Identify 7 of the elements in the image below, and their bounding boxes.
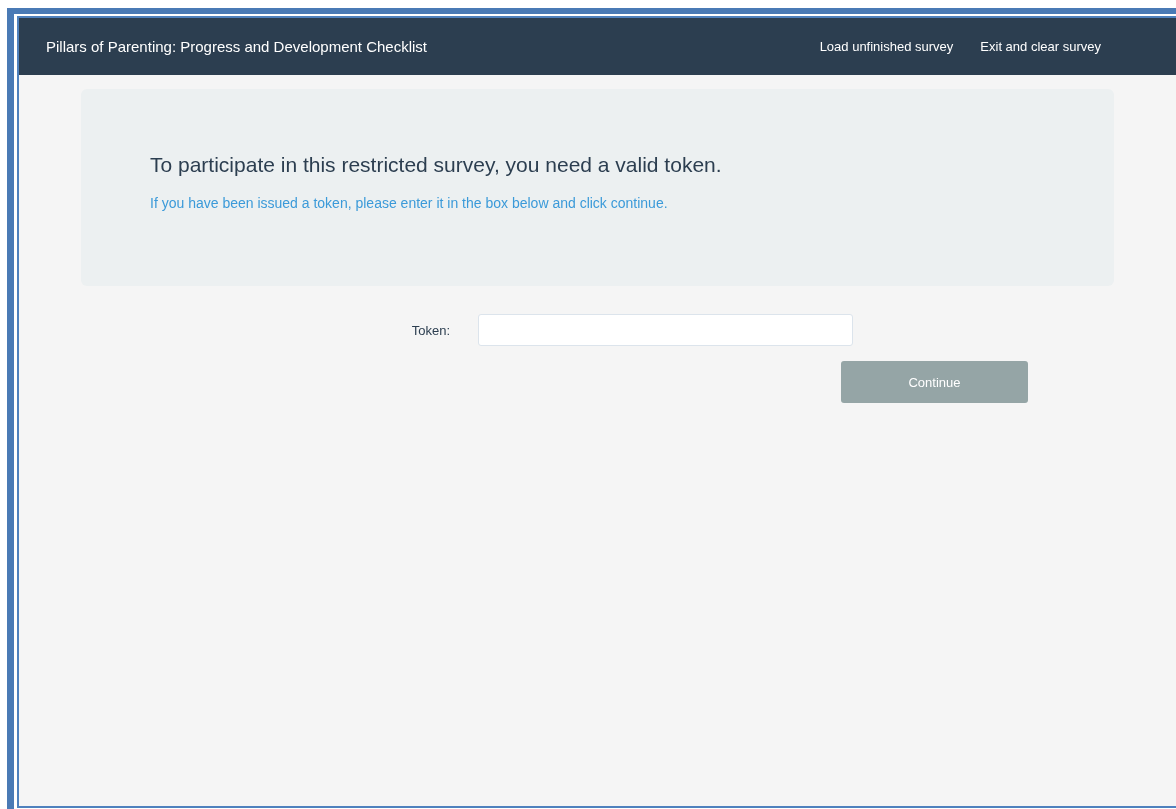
notice-heading: To participate in this restricted survey, you need a valid token. (150, 153, 723, 177)
survey-title: Pillars of Parenting: Progress and Development Checklist (46, 38, 428, 55)
nav-link[interactable]: Exit and clear survey (980, 39, 1101, 54)
nav-link[interactable]: Load unfinished survey (819, 39, 954, 54)
token-field[interactable] (478, 314, 853, 346)
token-label: Token: (411, 322, 450, 338)
notice-message: If you have been issued a token, please enter it in the box below and click continue. (150, 195, 669, 211)
